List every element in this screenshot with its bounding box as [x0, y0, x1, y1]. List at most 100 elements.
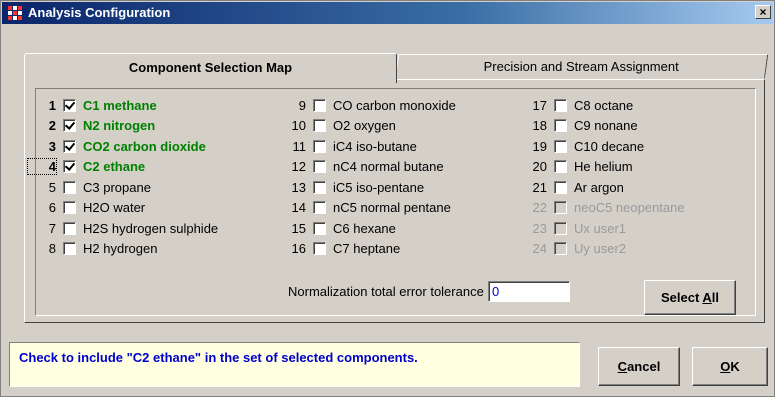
component-item[interactable]: 7 H2S hydrogen sulphide — [28, 219, 218, 237]
component-label: C10 decane — [574, 138, 645, 154]
component-number: 12 — [291, 159, 306, 174]
tab-component-selection-map[interactable]: Component Selection Map — [24, 53, 397, 83]
component-number: 23 — [532, 220, 547, 236]
component-item[interactable]: 15 C6 hexane — [278, 219, 396, 237]
component-label: iC5 iso-pentane — [333, 179, 425, 195]
status-hint: Check to include "C2 ethane" in the set … — [9, 342, 580, 387]
component-item[interactable]: 16 C7 heptane — [278, 240, 401, 258]
component-checkbox[interactable] — [313, 180, 326, 194]
component-label: C6 hexane — [333, 220, 396, 236]
title-bar[interactable]: Analysis Configuration × — [2, 2, 773, 24]
component-item[interactable]: 13 iC5 iso-pentane — [278, 178, 425, 196]
component-item[interactable]: 19 C10 decane — [519, 137, 645, 155]
component-checkbox[interactable] — [313, 119, 326, 132]
component-item[interactable]: 2 N2 nitrogen — [28, 117, 155, 135]
component-item[interactable]: 21 Ar argon — [519, 178, 624, 196]
component-number: 14 — [291, 200, 306, 215]
ok-button[interactable]: OK — [692, 347, 768, 386]
component-label: CO carbon monoxide — [333, 97, 456, 113]
component-number: 16 — [291, 241, 306, 256]
component-label: CO2 carbon dioxide — [83, 138, 206, 154]
button-label-part: ll — [711, 290, 720, 305]
component-checkbox — [554, 221, 567, 235]
component-label: C9 nonane — [574, 118, 638, 133]
component-item[interactable]: 3 CO2 carbon dioxide — [28, 137, 206, 155]
button-label-part: K — [730, 359, 740, 374]
component-item: 23 Ux user1 — [519, 219, 627, 237]
component-number: 13 — [291, 179, 306, 195]
component-number: 22 — [532, 200, 547, 215]
component-checkbox[interactable] — [554, 98, 567, 112]
component-checkbox[interactable] — [63, 160, 76, 173]
component-label: N2 nitrogen — [83, 118, 156, 133]
button-label-part: Select — [660, 290, 703, 305]
select-all-button[interactable]: Select All — [644, 280, 736, 315]
component-number: 10 — [291, 118, 306, 133]
component-checkbox[interactable] — [63, 180, 76, 194]
component-label: C1 methane — [83, 97, 157, 113]
component-checkbox[interactable] — [554, 119, 567, 132]
component-item[interactable]: 4 C2 ethane — [27, 158, 146, 176]
component-item: 22 neoC5 neopentane — [519, 199, 685, 217]
component-label: C7 heptane — [333, 241, 401, 256]
component-checkbox[interactable] — [554, 180, 567, 194]
component-checkbox[interactable] — [313, 139, 326, 153]
component-checkbox[interactable] — [63, 139, 76, 153]
tolerance-label: Normalization total error tolerance — [288, 284, 484, 299]
component-item[interactable]: 9 CO carbon monoxide — [278, 96, 456, 114]
component-label: C3 propane — [83, 179, 151, 195]
component-number: 11 — [292, 138, 307, 154]
component-label: iC4 iso-butane — [333, 138, 417, 154]
component-item[interactable]: 14 nC5 normal pentane — [278, 199, 451, 217]
component-number: 15 — [291, 220, 306, 236]
component-item[interactable]: 17 C8 octane — [519, 96, 634, 114]
component-label: O2 oxygen — [333, 118, 396, 133]
component-label: nC4 normal butane — [333, 159, 444, 174]
component-item[interactable]: 18 C9 nonane — [519, 117, 638, 135]
component-item[interactable]: 10 O2 oxygen — [278, 117, 396, 135]
cancel-button[interactable]: Cancel — [598, 347, 680, 386]
component-checkbox — [554, 242, 567, 255]
close-icon[interactable]: × — [755, 5, 771, 19]
component-label: H2O water — [83, 200, 146, 215]
component-checkbox[interactable] — [63, 242, 76, 255]
component-checkbox[interactable] — [63, 201, 76, 214]
component-item[interactable]: 6 H2O water — [28, 199, 145, 217]
component-checkbox[interactable] — [63, 221, 76, 235]
component-checkbox[interactable] — [313, 242, 326, 255]
component-item[interactable]: 5 C3 propane — [28, 178, 151, 196]
button-accelerator: O — [720, 359, 731, 374]
analysis-configuration-dialog: Analysis Configuration × Precision and S… — [0, 0, 775, 397]
component-checkbox[interactable] — [63, 98, 76, 112]
component-item[interactable]: 12 nC4 normal butane — [278, 158, 444, 176]
component-number: 4 — [27, 158, 57, 175]
component-item[interactable]: 11 iC4 iso-butane — [278, 137, 417, 155]
component-number: 24 — [532, 241, 547, 256]
component-checkbox[interactable] — [554, 160, 567, 173]
component-checkbox — [554, 201, 567, 214]
component-checkbox[interactable] — [554, 139, 567, 153]
component-label: neoC5 neopentane — [574, 200, 685, 215]
component-number: 19 — [532, 138, 547, 154]
tab-label: Component Selection Map — [128, 60, 293, 75]
button-accelerator: A — [702, 290, 712, 305]
component-label: C8 octane — [574, 97, 634, 113]
component-label: C2 ethane — [83, 159, 146, 174]
tolerance-input[interactable] — [488, 281, 570, 302]
tab-precision-stream-assignment[interactable]: Precision and Stream Assignment — [395, 54, 769, 78]
window-title: Analysis Configuration — [28, 5, 171, 20]
component-number: 8 — [48, 241, 56, 256]
component-checkbox[interactable] — [313, 201, 326, 214]
component-item[interactable]: 1 C1 methane — [28, 96, 157, 114]
component-label: H2 hydrogen — [83, 241, 158, 256]
component-checkbox[interactable] — [313, 160, 326, 173]
component-checkbox[interactable] — [313, 98, 326, 112]
component-item[interactable]: 8 H2 hydrogen — [28, 240, 158, 258]
component-checkbox[interactable] — [63, 119, 76, 132]
component-number: 5 — [48, 179, 56, 195]
component-checkbox[interactable] — [313, 221, 326, 235]
component-label: Ar argon — [574, 179, 624, 195]
component-number: 3 — [48, 138, 56, 154]
component-item: 24 Uy user2 — [519, 240, 627, 258]
component-item[interactable]: 20 He helium — [519, 158, 633, 176]
